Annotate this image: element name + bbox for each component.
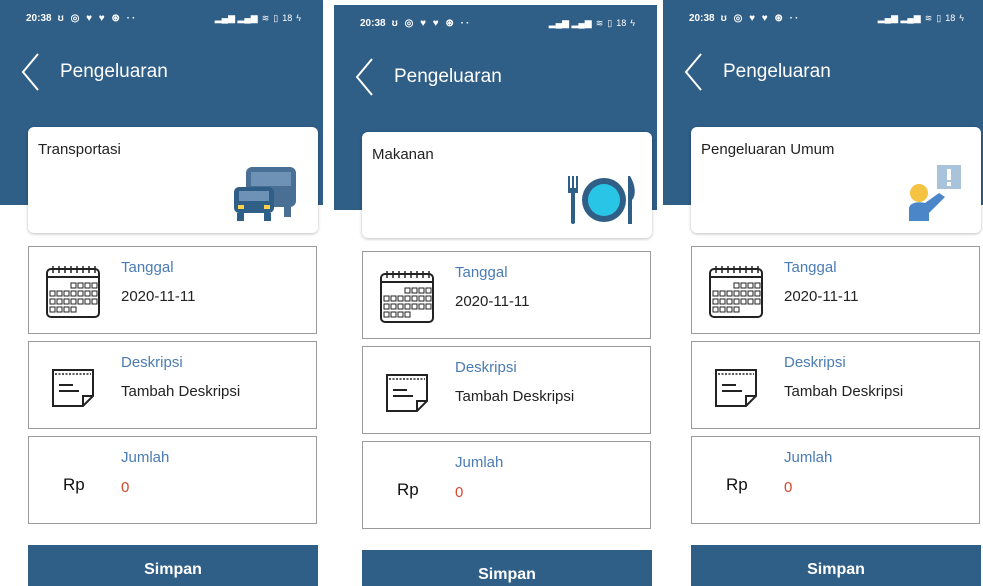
- category-label: Pengeluaran Umum: [701, 141, 835, 158]
- amount-label: Jumlah: [784, 449, 833, 466]
- phone-screen-pengeluaran-umum: 20:38 ʊ ◎ ♥ ♥ ⊛ ·· ▂▄▆ ▂▄▆ ≋ ▯ 18 ϟ Peng…: [663, 0, 983, 586]
- status-time: 20:38: [360, 17, 386, 29]
- calendar-icon: [380, 271, 434, 323]
- amount-value: 0: [455, 484, 464, 501]
- status-bar: 20:38 ʊ ◎ ♥ ♥ ⊛ ·· ▂▄▆ ▂▄▆ ≋ ▯ 18 ϟ: [334, 5, 657, 41]
- page-title: Pengeluaran: [723, 61, 831, 82]
- notification-icons: ʊ ◎ ♥ ♥ ⊛ ··: [57, 12, 138, 24]
- amount-value: 0: [784, 479, 793, 496]
- description-value: Tambah Deskripsi: [121, 383, 241, 400]
- category-label: Transportasi: [38, 141, 121, 158]
- battery-level: 18: [282, 13, 293, 23]
- wifi-icon: ≋: [924, 12, 933, 23]
- amount-label: Jumlah: [121, 449, 170, 466]
- amount-value: 0: [121, 479, 130, 496]
- page-title: Pengeluaran: [60, 61, 168, 82]
- battery-level: 18: [945, 13, 956, 23]
- description-field[interactable]: Deskripsi Tambah Deskripsi: [691, 341, 980, 429]
- app-bar: Pengeluaran: [663, 48, 983, 96]
- calendar-icon: [709, 266, 763, 318]
- note-icon: [386, 374, 428, 412]
- currency-label: Rp: [726, 475, 748, 494]
- save-button[interactable]: Simpan: [28, 545, 318, 586]
- wifi-icon: ≋: [261, 12, 270, 23]
- save-button[interactable]: Simpan: [362, 550, 652, 586]
- save-button[interactable]: Simpan: [691, 545, 981, 586]
- chevron-left-icon: [355, 58, 373, 96]
- plate-cutlery-icon: [568, 176, 635, 224]
- signal-icon: ▂▄▆ ▂▄▆: [877, 12, 921, 23]
- notification-icons: ʊ ◎ ♥ ♥ ⊛ ··: [391, 17, 472, 29]
- date-value: 2020-11-11: [121, 288, 196, 305]
- date-field[interactable]: Tanggal 2020-11-11: [28, 246, 317, 334]
- notification-icons: ʊ ◎ ♥ ♥ ⊛ ··: [720, 12, 801, 24]
- date-value: 2020-11-11: [784, 288, 859, 305]
- status-time: 20:38: [689, 12, 715, 24]
- amount-field[interactable]: Rp Jumlah 0: [691, 436, 980, 524]
- battery-icon: ▯: [607, 17, 613, 28]
- description-field[interactable]: Deskripsi Tambah Deskripsi: [362, 346, 651, 434]
- wifi-icon: ≋: [595, 17, 604, 28]
- chevron-left-icon: [21, 53, 39, 91]
- description-label: Deskripsi: [455, 359, 517, 376]
- category-card[interactable]: Pengeluaran Umum: [691, 127, 981, 233]
- charging-icon: ϟ: [630, 18, 635, 28]
- back-button[interactable]: [0, 48, 60, 96]
- page-title: Pengeluaran: [394, 66, 502, 87]
- status-time: 20:38: [26, 12, 52, 24]
- app-bar: Pengeluaran: [0, 48, 323, 96]
- description-field[interactable]: Deskripsi Tambah Deskripsi: [28, 341, 317, 429]
- date-field[interactable]: Tanggal 2020-11-11: [362, 251, 651, 339]
- phone-screen-transportasi: 20:38 ʊ ◎ ♥ ♥ ⊛ ·· ▂▄▆ ▂▄▆ ≋ ▯ 18 ϟ Peng…: [0, 0, 323, 586]
- currency-label: Rp: [397, 480, 419, 499]
- currency-label: Rp: [63, 475, 85, 494]
- signal-icon: ▂▄▆ ▂▄▆: [214, 12, 258, 23]
- category-card[interactable]: Transportasi: [28, 127, 318, 233]
- back-button[interactable]: [663, 48, 723, 96]
- charging-icon: ϟ: [296, 13, 301, 23]
- date-value: 2020-11-11: [455, 293, 530, 310]
- description-label: Deskripsi: [121, 354, 183, 371]
- amount-field[interactable]: Rp Jumlah 0: [28, 436, 317, 524]
- bus-icon: [234, 167, 296, 221]
- amount-label: Jumlah: [455, 454, 504, 471]
- category-label: Makanan: [372, 146, 434, 163]
- chevron-left-icon: [684, 53, 702, 91]
- note-icon: [52, 369, 94, 407]
- date-label: Tanggal: [455, 264, 508, 281]
- status-bar: 20:38 ʊ ◎ ♥ ♥ ⊛ ·· ▂▄▆ ▂▄▆ ≋ ▯ 18 ϟ: [663, 0, 983, 36]
- battery-level: 18: [616, 18, 627, 28]
- signal-icon: ▂▄▆ ▂▄▆: [548, 17, 592, 28]
- app-bar: Pengeluaran: [334, 53, 657, 101]
- date-label: Tanggal: [121, 259, 174, 276]
- amount-field[interactable]: Rp Jumlah 0: [362, 441, 651, 529]
- person-alert-icon: [909, 165, 961, 221]
- phone-screen-makanan: 20:38 ʊ ◎ ♥ ♥ ⊛ ·· ▂▄▆ ▂▄▆ ≋ ▯ 18 ϟ Peng…: [334, 5, 657, 586]
- charging-icon: ϟ: [959, 13, 964, 23]
- description-value: Tambah Deskripsi: [455, 388, 575, 405]
- battery-icon: ▯: [273, 12, 279, 23]
- battery-icon: ▯: [936, 12, 942, 23]
- note-icon: [715, 369, 757, 407]
- calendar-icon: [46, 266, 100, 318]
- category-card[interactable]: Makanan: [362, 132, 652, 238]
- description-label: Deskripsi: [784, 354, 846, 371]
- status-bar: 20:38 ʊ ◎ ♥ ♥ ⊛ ·· ▂▄▆ ▂▄▆ ≋ ▯ 18 ϟ: [0, 0, 323, 36]
- date-field[interactable]: Tanggal 2020-11-11: [691, 246, 980, 334]
- date-label: Tanggal: [784, 259, 837, 276]
- description-value: Tambah Deskripsi: [784, 383, 904, 400]
- back-button[interactable]: [334, 53, 394, 101]
